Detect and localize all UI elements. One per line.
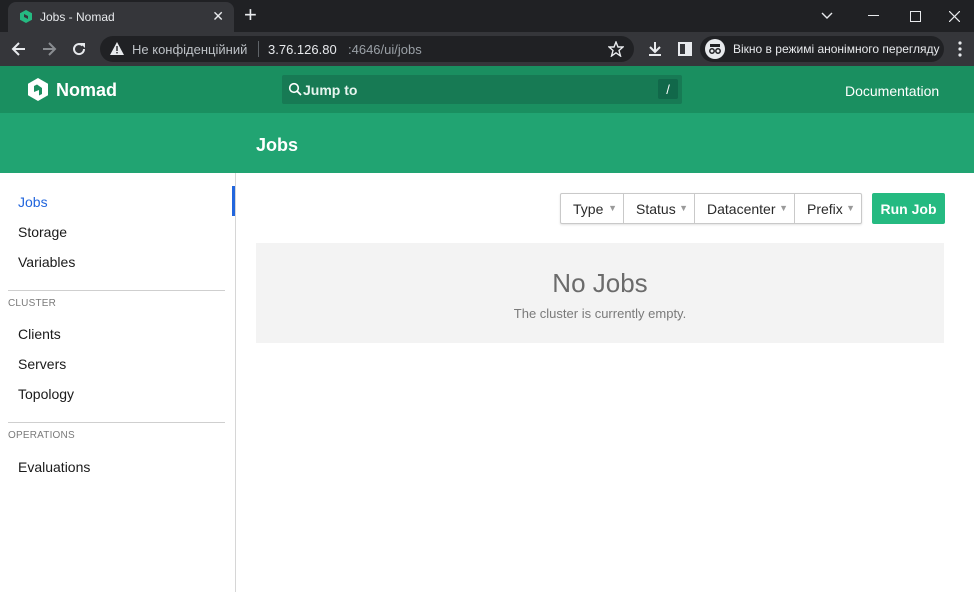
active-nav-indicator (232, 186, 235, 216)
sidebar-item-jobs[interactable]: Jobs (18, 194, 48, 210)
tab-close-icon[interactable]: ✕ (212, 8, 224, 25)
incognito-indicator[interactable]: Вікно в режимі анонімного перегляду (700, 36, 944, 62)
incognito-icon (705, 39, 725, 59)
brand-name[interactable]: Nomad (56, 80, 117, 101)
incognito-label: Вікно в режимі анонімного перегляду (733, 42, 940, 56)
sidepanel-icon[interactable] (676, 40, 694, 58)
more-icon[interactable] (957, 40, 963, 58)
url-separator (258, 41, 259, 57)
minimize-button[interactable] (850, 0, 896, 32)
sidebar-item-topology[interactable]: Topology (18, 386, 74, 402)
warning-icon[interactable] (110, 42, 124, 55)
search-icon (288, 82, 302, 96)
empty-state-message: The cluster is currently empty. (513, 306, 687, 321)
window-close-button[interactable] (934, 0, 974, 32)
sidebar-section-operations: OPERATIONS (8, 430, 75, 441)
reload-icon[interactable] (68, 38, 90, 60)
filter-type-dropdown[interactable]: Type ▼ (561, 194, 624, 223)
sidebar-item-clients[interactable]: Clients (18, 326, 61, 342)
job-filters: Type ▼ Status ▼ Datacenter ▼ Prefix ▼ (560, 193, 862, 224)
sidebar-item-variables[interactable]: Variables (18, 254, 75, 270)
sidebar-item-servers[interactable]: Servers (18, 356, 66, 372)
sidebar-divider (8, 422, 225, 423)
filter-prefix-dropdown[interactable]: Prefix ▼ (795, 194, 861, 223)
page-title: Jobs (256, 135, 299, 155)
sidebar-section-cluster: CLUSTER (8, 298, 57, 309)
download-icon[interactable] (646, 40, 664, 58)
nomad-logo-icon[interactable] (28, 78, 48, 101)
browser-toolbar: Не конфіденційний 3.76.126.80 :4646/ui/j… (0, 32, 974, 66)
empty-state: No Jobs The cluster is currently empty. (256, 243, 944, 343)
search-placeholder: Jump to (303, 82, 358, 98)
filter-status-dropdown[interactable]: Status ▼ (624, 194, 695, 223)
url-host: 3.76.126.80 (268, 42, 337, 57)
url-path: :4646/ui/jobs (348, 42, 422, 57)
star-icon[interactable] (608, 41, 624, 57)
chevron-down-icon: ▼ (679, 203, 688, 213)
chevron-down-icon[interactable] (804, 0, 850, 32)
chevron-down-icon: ▼ (608, 203, 617, 213)
page-header (0, 113, 974, 173)
filter-status-label: Status (636, 201, 676, 217)
tab-title: Jobs - Nomad (40, 10, 115, 24)
browser-tab[interactable]: Jobs - Nomad ✕ (8, 2, 234, 32)
filter-datacenter-label: Datacenter (707, 201, 776, 217)
chevron-down-icon: ▼ (846, 203, 855, 213)
search-input[interactable]: Jump to / (282, 75, 682, 104)
security-status[interactable]: Не конфіденційний (132, 42, 247, 57)
sidebar-item-storage[interactable]: Storage (18, 224, 67, 240)
filter-datacenter-dropdown[interactable]: Datacenter ▼ (695, 194, 795, 223)
chevron-down-icon: ▼ (779, 203, 788, 213)
new-tab-button[interactable]: + (244, 3, 257, 27)
search-shortcut-key: / (658, 79, 678, 99)
filter-prefix-label: Prefix (807, 201, 843, 217)
sidebar-item-evaluations[interactable]: Evaluations (18, 459, 90, 475)
back-icon[interactable] (8, 38, 30, 60)
documentation-link[interactable]: Documentation (845, 83, 939, 99)
sidebar-divider (8, 290, 225, 291)
filter-type-label: Type (573, 201, 604, 217)
browser-tab-bar: Jobs - Nomad ✕ + (0, 0, 974, 32)
forward-icon[interactable] (38, 38, 60, 60)
address-bar[interactable]: Не конфіденційний 3.76.126.80 :4646/ui/j… (100, 36, 634, 62)
nomad-favicon-icon (20, 10, 32, 23)
maximize-button[interactable] (892, 0, 938, 32)
run-job-button[interactable]: Run Job (872, 193, 945, 224)
empty-state-title: No Jobs (552, 268, 648, 298)
